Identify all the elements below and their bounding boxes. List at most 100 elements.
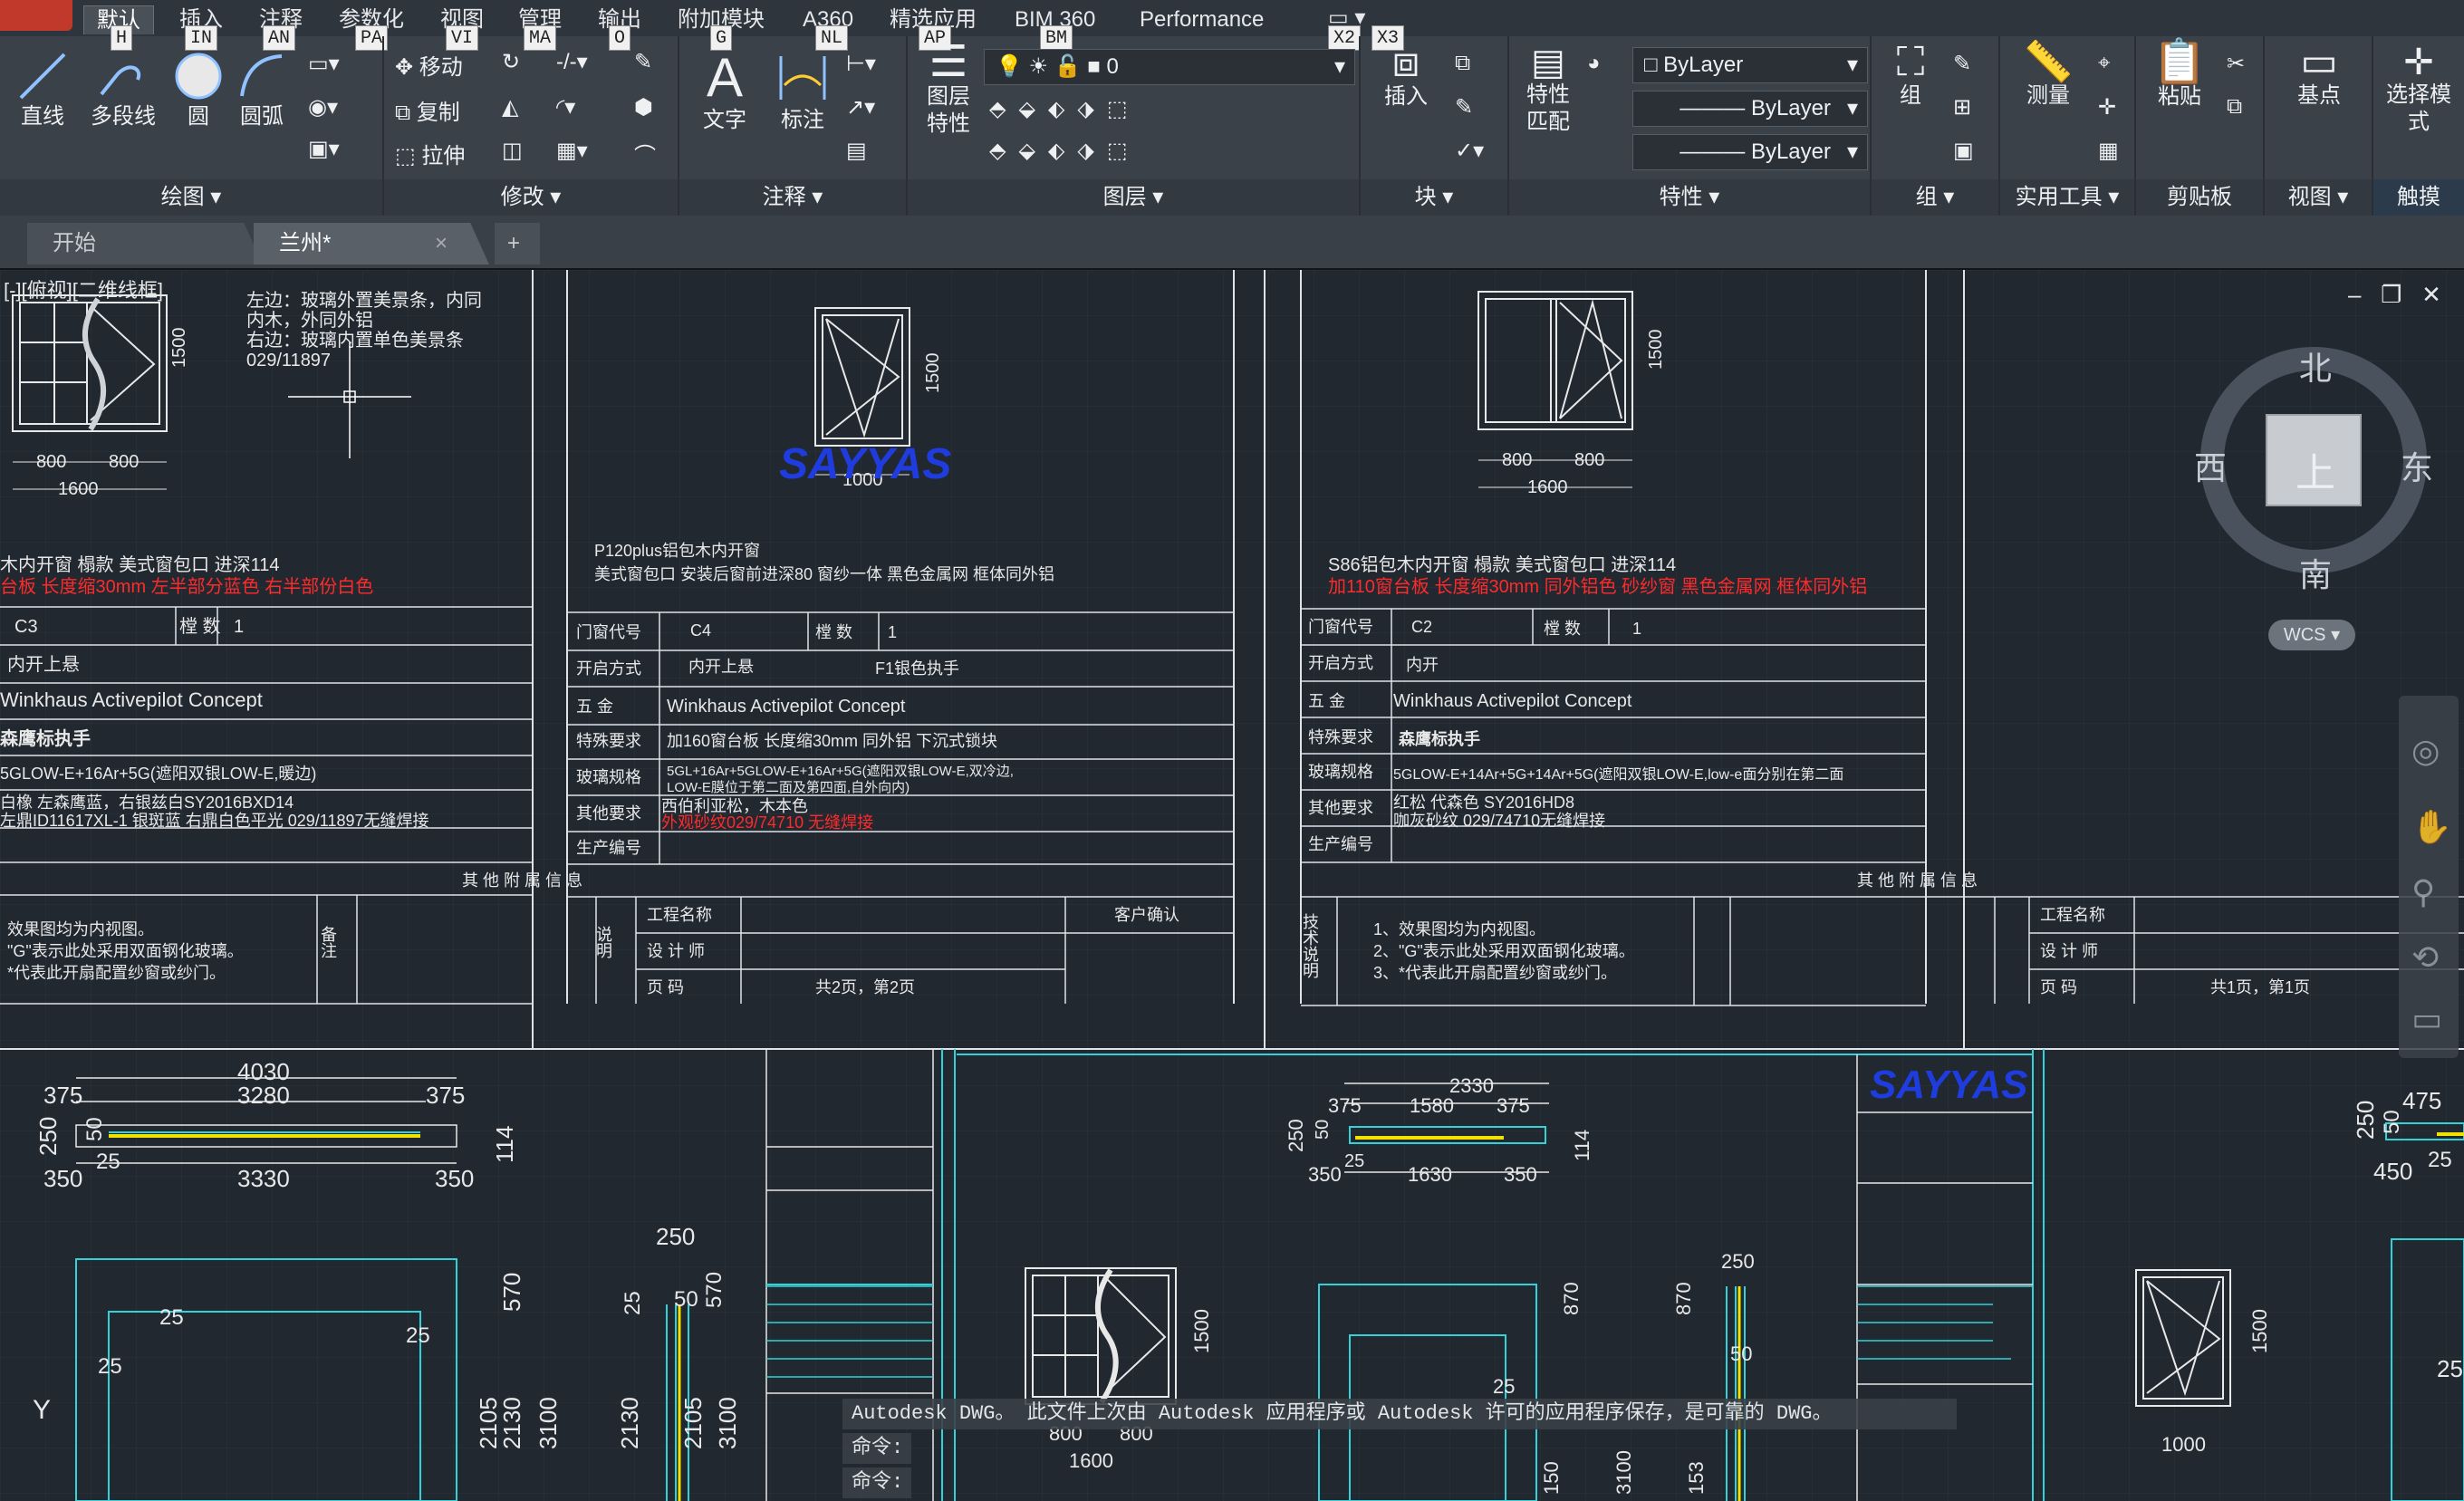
trim-tool[interactable]: -/-▾ [556,49,588,75]
compass-west[interactable]: 西 [2194,442,2227,489]
ld3-b: 450 [2373,1158,2412,1185]
showmotion-icon[interactable]: ▭ [2411,1000,2442,1038]
id-point-tool[interactable]: ⌖ [2098,51,2111,76]
close-icon[interactable]: × [435,223,448,265]
base-point-tool[interactable]: ▭ 基点 [2274,43,2364,110]
match-properties-tool[interactable]: ▤ 特性匹配 [1516,44,1580,136]
annotation-panel-title-text: 注释 [762,185,806,209]
scale-tool[interactable]: ◫ [502,138,523,164]
chevron-down-icon: ▾ [1333,54,1345,79]
groups-panel-title[interactable]: 组 ▾ [1872,179,1998,216]
ld1-j: 25 [96,1150,120,1174]
ungroup-tool[interactable]: ✎ [1953,51,1971,77]
minimize-icon[interactable]: – [2348,281,2361,308]
new-tab-button[interactable]: + [495,223,540,265]
stretch-tool[interactable]: ⬚ 拉伸 [395,138,465,169]
annotation-panel-title[interactable]: 注释 ▾ [679,179,906,216]
explode-tool[interactable]: ⬢ [634,94,653,120]
arc-tool[interactable]: 圆弧 [230,49,294,130]
layers-panel-title[interactable]: 图层 ▾ [908,179,1359,216]
copy-clip-tool[interactable]: ⧉ [2227,94,2242,120]
lineweight-dropdown[interactable]: ——— ByLayer ▾ [1632,134,1868,170]
compass-north[interactable]: 北 [2299,342,2332,390]
table-tool[interactable]: ▤ [846,138,867,164]
clipboard-panel-title[interactable]: 剪贴板 [2136,179,2263,216]
calculator-tool[interactable]: ▦ [2098,138,2119,164]
viewcube[interactable]: 北 南 东 西 上 [2192,342,2446,614]
s1-row-count-label: 樘 数 [179,616,221,637]
move-tool[interactable]: ✥ 移动 [395,49,463,81]
layer-tools-row2[interactable]: ⬘⬙⬖⬗⬚ [989,138,1141,164]
viewcube-top-face[interactable]: 上 [2296,440,2335,498]
compass-south[interactable]: 南 [2299,549,2332,596]
measure-tool[interactable]: 📏 测量 [2007,43,2089,110]
s1-row-other2: 左鼎ID11617XL-1 银斑蓝 右鼎白色平光 029/11897无缝焊接 [0,812,429,830]
block-panel-title[interactable]: 块 ▾ [1361,179,1507,216]
group-edit-tool[interactable]: ⊞ [1953,94,1971,120]
linetype-dropdown[interactable]: ——— ByLayer ▾ [1632,91,1868,127]
rectangle-tool[interactable]: ▭▾ [308,51,340,77]
block-attr-tool[interactable]: ✓▾ [1455,138,1484,164]
offset-tool[interactable]: ⌒ [634,138,656,169]
text-tool[interactable]: A 文字 [688,49,761,134]
steering-wheel-icon[interactable]: ◎ [2411,732,2440,770]
copy-tool[interactable]: ⧉ 复制 [395,94,460,126]
draw-panel-title[interactable]: 绘图 ▾ [0,179,382,216]
modify-panel-title[interactable]: 修改 ▾ [384,179,678,216]
restore-icon[interactable]: ❐ [2381,281,2401,308]
layer-dropdown[interactable]: 💡 ☀ 🔓 ■ 0 ▾ [984,49,1355,85]
utilities-panel-title[interactable]: 实用工具 ▾ [2000,179,2134,216]
leader-tool[interactable]: ↗▾ [846,94,875,120]
lv-12: 25 [406,1323,430,1348]
tab-performance[interactable]: Performance [1140,5,1264,34]
color-dropdown[interactable]: □ ByLayer ▾ [1632,47,1868,83]
color-wheel-icon[interactable]: ◕ [1587,51,1601,76]
drawing-svg[interactable]: 1500 800 800 1600 [-][俯视][二维线框] 左边：玻璃外置美… [0,270,2464,1501]
point-tool[interactable]: ✛ [2098,94,2116,120]
command-prompt-2[interactable]: 命令: [842,1467,911,1498]
cut-tool[interactable]: ✂ [2227,51,2245,77]
insert-block-tool[interactable]: ⧈ 插入 [1370,41,1442,111]
close-icon[interactable]: ✕ [2421,281,2441,308]
rotate-tool[interactable]: ↻ [502,49,520,75]
viewport-label[interactable]: [-][俯视][二维线框] [4,279,163,302]
zoom-icon[interactable]: ⚲ [2411,873,2435,911]
layer-properties-tool[interactable]: ☰ 图层特性 [917,41,980,138]
array-tool[interactable]: ▦▾ [556,138,588,164]
gradient-tool[interactable]: ▣▾ [308,136,340,162]
wcs-menu[interactable]: WCS ▾ [2268,620,2355,650]
orbit-icon[interactable]: ⟲ [2411,938,2439,977]
tab-start[interactable]: 开始 [27,223,263,265]
s1-note2-1: "G"表示此处采用双面钢化玻璃。 [7,942,244,960]
compass-east[interactable]: 东 [2401,442,2433,489]
layer-tools-row1[interactable]: ⬘⬙⬖⬗⬚ [989,96,1141,122]
tab-lanzhou[interactable]: 兰州* × [254,223,489,265]
s2-handle: F1银色执手 [875,659,959,678]
view-panel-title[interactable]: 视图 ▾ [2265,179,2372,216]
group-tool[interactable]: ⛶ 组 [1879,43,1942,110]
touch-panel-title[interactable]: 触摸 [2373,179,2464,216]
application-menu-button[interactable] [0,0,72,31]
dimension-tool[interactable]: 标注 [766,49,839,134]
mirror-tool[interactable]: ◭ [502,94,518,120]
group-select-tool[interactable]: ▣ [1953,138,1974,164]
erase-tool[interactable]: ✎ [634,49,652,75]
linear-dim-tool[interactable]: ⊢▾ [846,51,876,77]
measure-label: 测量 [2026,83,2070,108]
polyline-tool[interactable]: 多段线 [78,49,168,130]
s2-val-other1: 西伯利亚松，木本色 [661,797,808,815]
hatch-tool[interactable]: ◉▾ [308,94,338,120]
paste-tool[interactable]: 📋 粘贴 [2143,41,2216,111]
pan-hand-icon[interactable]: ✋ [2411,808,2452,846]
fillet-tool[interactable]: ◜▾ [556,94,575,120]
circle-tool[interactable]: 圆 [168,49,228,130]
create-block-tool[interactable]: ⧉ [1455,51,1470,76]
lv-6: 50 [674,1287,698,1312]
edit-block-tool[interactable]: ✎ [1455,94,1473,120]
chevron-down-icon: ▾ [1846,140,1858,164]
drawing-canvas[interactable]: 1500 800 800 1600 [-][俯视][二维线框] 左边：玻璃外置美… [0,270,2464,1501]
line-tool[interactable]: 直线 [13,49,72,130]
properties-panel-title[interactable]: 特性 ▾ [1509,179,1870,216]
s3-dim-h: 1500 [1646,330,1666,370]
select-mode-tool[interactable]: ✛ 选择模式 [2379,44,2459,136]
